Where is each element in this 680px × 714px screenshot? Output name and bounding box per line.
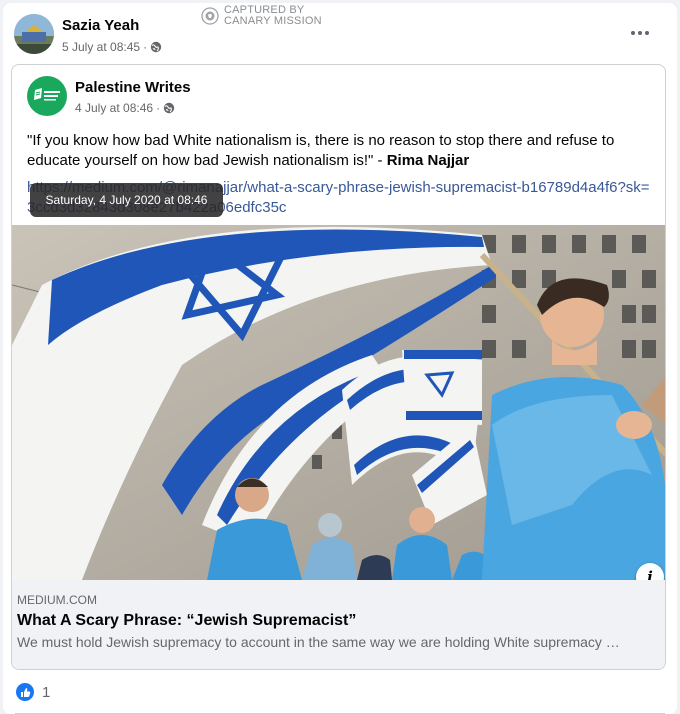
dot-icon <box>638 31 642 35</box>
shared-post-text: "If you know how bad White nationalism i… <box>27 131 657 171</box>
watermark: CAPTURED BY CANARY MISSION <box>201 5 322 27</box>
post-timestamp[interactable]: 5 July at 08:45 <box>62 40 140 54</box>
globe-icon <box>163 102 175 114</box>
article-image[interactable] <box>12 225 665 580</box>
globe-icon <box>150 41 162 53</box>
preview-domain: MEDIUM.COM <box>17 593 97 607</box>
preview-title[interactable]: What A Scary Phrase: “Jewish Supremacist… <box>17 612 356 630</box>
shared-post-meta: 4 July at 08:46 · <box>75 101 175 115</box>
quote-author: Rima Najjar <box>386 152 470 169</box>
watermark-line-2: CANARY MISSION <box>224 15 322 27</box>
post-meta: 5 July at 08:45 · <box>62 40 162 54</box>
page-name[interactable]: Palestine Writes <box>75 79 191 96</box>
flag-march-photo <box>12 225 665 580</box>
like-icon <box>16 683 34 701</box>
reactions-bar[interactable]: 1 <box>16 683 50 701</box>
author-name[interactable]: Sazia Yeah <box>62 17 139 34</box>
palestine-writes-logo-icon <box>34 88 60 101</box>
link-preview[interactable]: MEDIUM.COM What A Scary Phrase: “Jewish … <box>12 580 665 669</box>
post-card: Sazia Yeah 5 July at 08:45 · CAPTURED BY… <box>3 3 677 714</box>
quote-text-hidden: "If you know how bad <box>27 132 170 149</box>
dot-icon <box>645 31 649 35</box>
page-avatar[interactable] <box>27 76 67 116</box>
preview-description: We must hold Jewish supremacy to account… <box>17 634 620 650</box>
shared-post: Palestine Writes 4 July at 08:46 · "If y… <box>11 64 666 670</box>
dot-icon <box>631 31 635 35</box>
shared-post-timestamp[interactable]: 4 July at 08:46 <box>75 101 153 115</box>
canary-mission-seal-icon <box>201 7 219 25</box>
author-avatar[interactable] <box>14 14 54 54</box>
timestamp-tooltip: Saturday, 4 July 2020 at 08:46 <box>30 183 223 217</box>
more-options-button[interactable] <box>625 23 655 43</box>
reaction-count[interactable]: 1 <box>42 684 50 701</box>
